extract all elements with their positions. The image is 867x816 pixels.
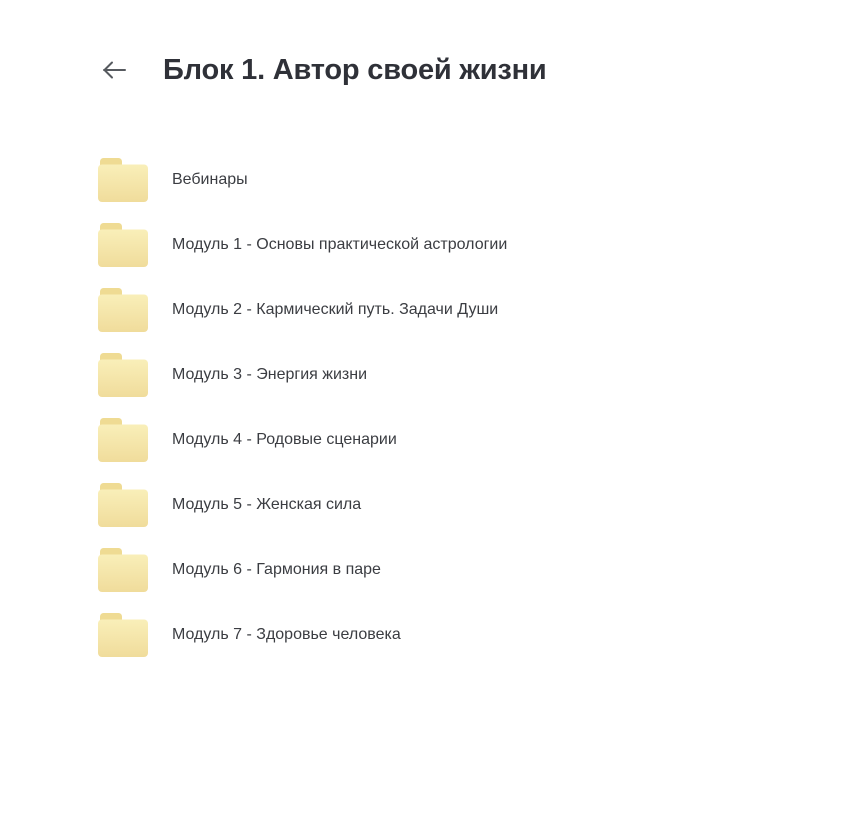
folder-row[interactable]: Модуль 7 - Здоровье человека [0, 602, 867, 667]
folder-label: Модуль 6 - Гармония в паре [172, 560, 381, 580]
folder-row[interactable]: Модуль 5 - Женская сила [0, 472, 867, 537]
folder-icon [98, 483, 148, 527]
folder-label: Модуль 1 - Основы практической астрологи… [172, 235, 507, 255]
folder-icon [98, 353, 148, 397]
folder-row[interactable]: Модуль 6 - Гармония в паре [0, 537, 867, 602]
back-arrow-icon [101, 60, 127, 80]
folder-icon [98, 548, 148, 592]
folder-label: Модуль 4 - Родовые сценарии [172, 430, 397, 450]
folder-icon [98, 613, 148, 657]
folder-row[interactable]: Модуль 4 - Родовые сценарии [0, 407, 867, 472]
folder-label: Модуль 5 - Женская сила [172, 495, 361, 515]
header: Блок 1. Автор своей жизни [0, 0, 867, 90]
back-button[interactable] [101, 57, 127, 83]
folder-icon [98, 418, 148, 462]
folder-row[interactable]: Модуль 3 - Энергия жизни [0, 342, 867, 407]
folder-label: Модуль 2 - Кармический путь. Задачи Души [172, 300, 498, 320]
folder-icon [98, 223, 148, 267]
folder-row[interactable]: Вебинары [0, 147, 867, 212]
folder-label: Модуль 3 - Энергия жизни [172, 365, 367, 385]
folder-row[interactable]: Модуль 1 - Основы практической астрологи… [0, 212, 867, 277]
folder-row[interactable]: Модуль 2 - Кармический путь. Задачи Души [0, 277, 867, 342]
folder-label: Модуль 7 - Здоровье человека [172, 625, 401, 645]
folder-label: Вебинары [172, 170, 248, 190]
folder-list: Вебинары Модуль 1 - Основы практической … [0, 147, 867, 667]
page-title: Блок 1. Автор своей жизни [163, 50, 547, 90]
folder-browser-page: Блок 1. Автор своей жизни Вебинары [0, 0, 867, 816]
folder-icon [98, 288, 148, 332]
folder-icon [98, 158, 148, 202]
